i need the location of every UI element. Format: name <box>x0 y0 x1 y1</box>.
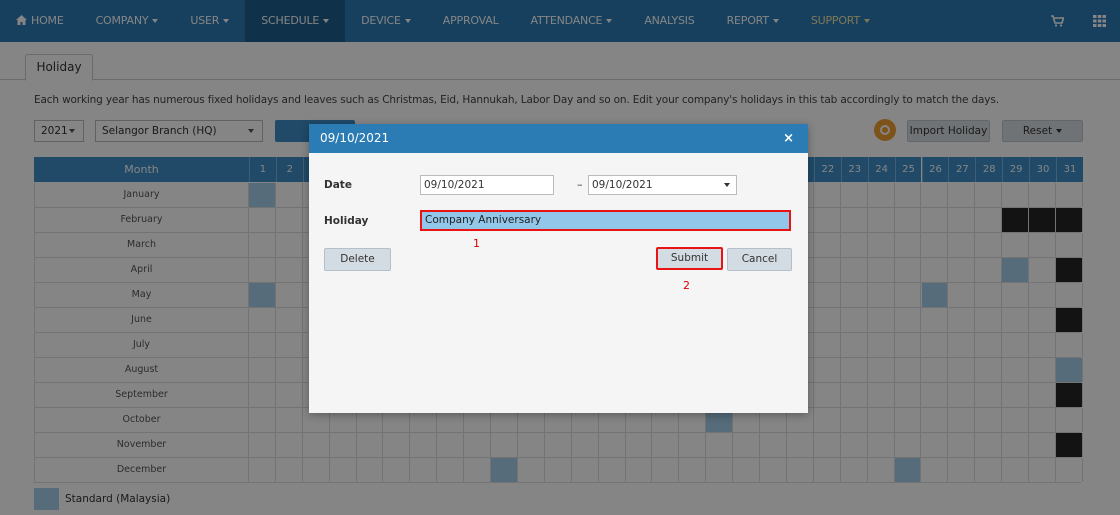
submit-button[interactable]: Submit <box>656 247 723 270</box>
dialog-title: 09/10/2021 <box>320 131 390 145</box>
cancel-button[interactable]: Cancel <box>727 248 792 271</box>
annotation-1: 1 <box>473 237 480 250</box>
holiday-edit-dialog: 09/10/2021 × Date 09/10/2021 – 09/10/202… <box>309 124 808 413</box>
date-to-value: 09/10/2021 <box>592 179 653 191</box>
dialog-header: 09/10/2021 × <box>309 124 808 153</box>
chevron-down-icon <box>724 183 730 187</box>
date-from-input[interactable]: 09/10/2021 <box>420 175 554 195</box>
date-label: Date <box>324 179 352 191</box>
close-icon[interactable]: × <box>783 124 794 153</box>
delete-button[interactable]: Delete <box>324 248 391 271</box>
annotation-2: 2 <box>683 279 690 292</box>
date-to-input[interactable]: 09/10/2021 <box>588 175 737 195</box>
holiday-name-input[interactable]: Company Anniversary <box>420 210 791 231</box>
holiday-label: Holiday <box>324 215 369 227</box>
date-separator: – <box>577 178 583 191</box>
